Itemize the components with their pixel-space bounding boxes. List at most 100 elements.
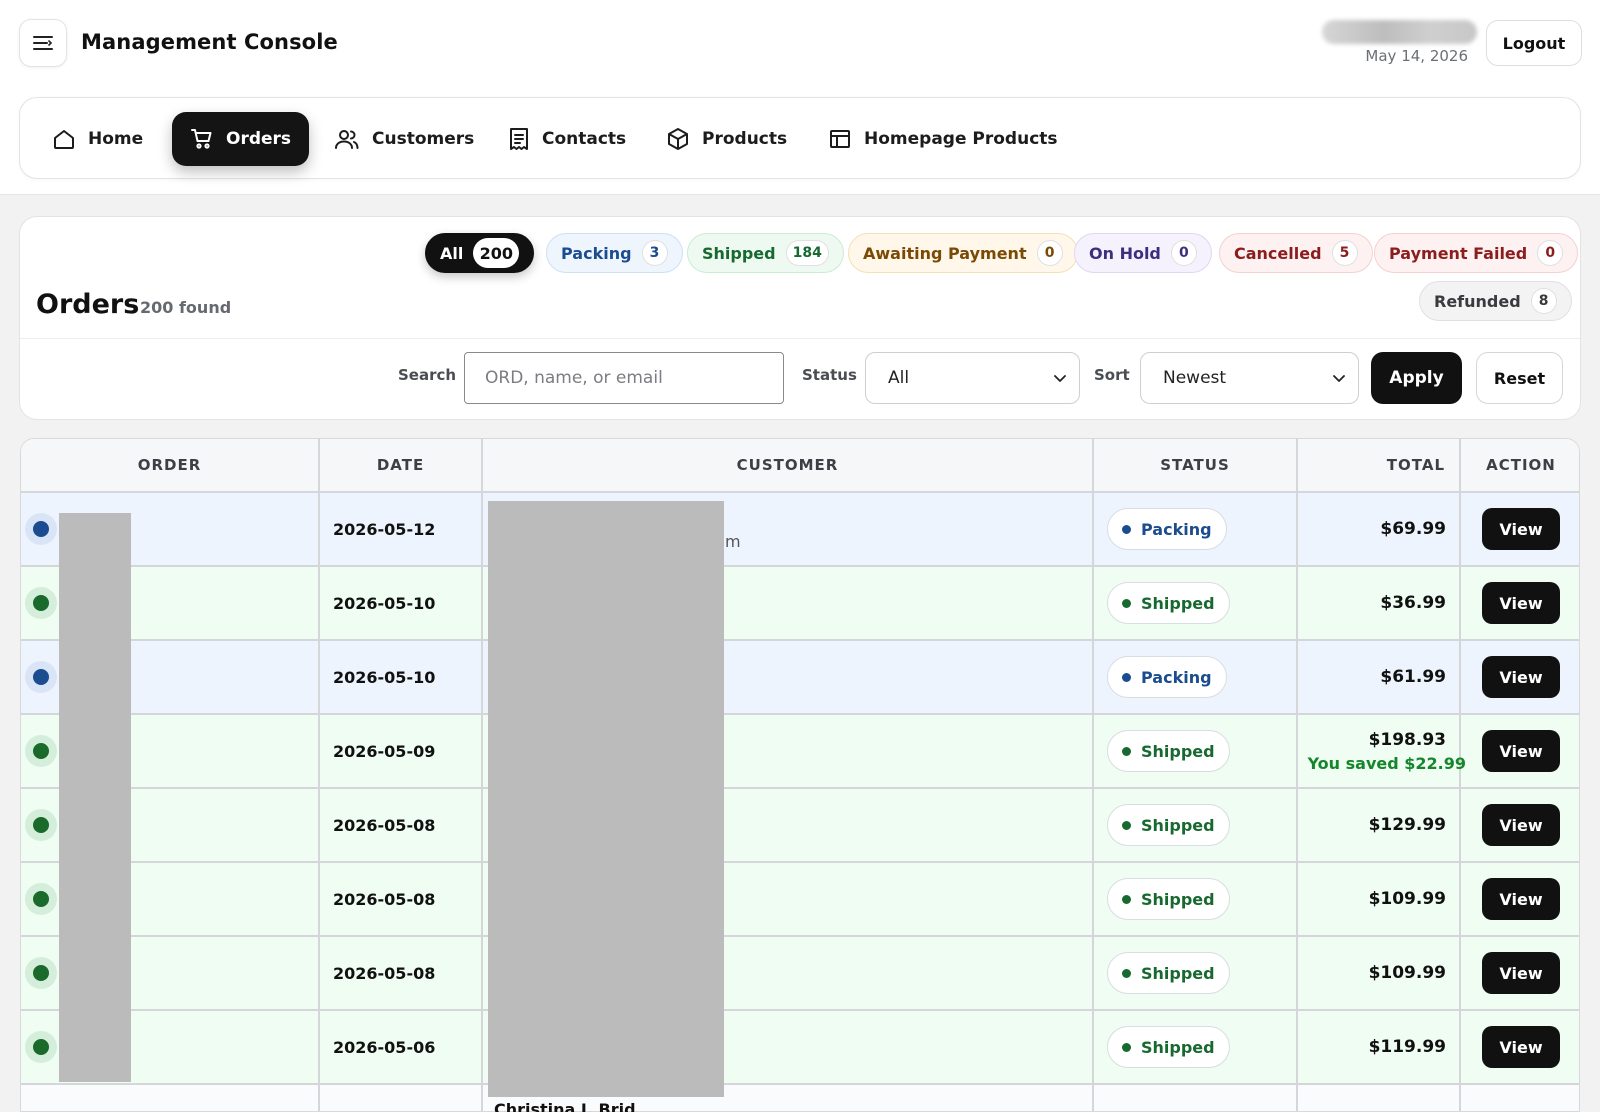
status-badge: Packing: [1107, 656, 1227, 698]
status-badge: Shipped: [1107, 730, 1230, 772]
status-text: Shipped: [1141, 963, 1215, 983]
column-header-order[interactable]: ORDER: [21, 439, 320, 493]
action-cell: View: [1460, 640, 1579, 715]
table-row[interactable]: 2026-05-08 Shipped $109.99 View: [21, 862, 1579, 937]
orders-table-container: ORDER DATE CUSTOMER STATUS TOTAL ACTION …: [20, 438, 1580, 1112]
order-total: $198.93: [1368, 729, 1446, 750]
table-header-row: ORDER DATE CUSTOMER STATUS TOTAL ACTION: [21, 439, 1579, 493]
pill-count: 200: [473, 238, 520, 268]
nav-item-homepage-products[interactable]: Homepage Products: [810, 112, 1076, 166]
top-header: Management Console May 14, 2026 Logout H…: [0, 0, 1600, 195]
pill-label: Payment Failed: [1389, 243, 1528, 263]
status-dot-icon: [25, 1031, 57, 1063]
chevron-down-icon: [1332, 371, 1346, 385]
status-text: Shipped: [1141, 593, 1215, 613]
status-cell: Shipped: [1093, 1010, 1298, 1085]
status-text: Shipped: [1141, 741, 1215, 761]
status-dot-icon: [25, 513, 57, 545]
customer-email-fragment: m: [725, 532, 741, 551]
view-order-button[interactable]: View: [1482, 804, 1560, 846]
filter-pill-on-hold[interactable]: On Hold 0: [1074, 233, 1212, 273]
view-order-button[interactable]: View: [1482, 1026, 1560, 1068]
action-cell: View: [1460, 492, 1579, 567]
column-header-customer[interactable]: CUSTOMER: [482, 439, 1094, 493]
filter-pill-packing[interactable]: Packing 3: [546, 233, 683, 273]
status-cell: Shipped: [1093, 788, 1298, 863]
table-row[interactable]: 2026-05-08 Shipped $129.99 View: [21, 788, 1579, 863]
action-cell: [1460, 1084, 1579, 1111]
status-dot-icon: [25, 661, 57, 693]
status-select[interactable]: All: [865, 352, 1080, 404]
pill-count: 184: [785, 240, 829, 266]
sort-select[interactable]: Newest: [1140, 352, 1359, 404]
pill-count: 0: [1036, 240, 1063, 266]
view-order-button[interactable]: View: [1482, 730, 1560, 772]
filter-pill-refunded[interactable]: Refunded 8: [1419, 281, 1572, 321]
filter-pill-awaiting-payment[interactable]: Awaiting Payment 0: [848, 233, 1078, 273]
column-header-total[interactable]: TOTAL: [1297, 439, 1461, 493]
search-input[interactable]: [464, 352, 784, 404]
nav-label-homepage-products: Homepage Products: [864, 129, 1058, 149]
pill-label: Packing: [561, 243, 632, 263]
pill-count: 5: [1331, 240, 1358, 266]
status-cell: Packing: [1093, 640, 1298, 715]
table-row[interactable]: 2026-05-08 Shipped $109.99 View: [21, 936, 1579, 1011]
status-dot-icon: [25, 587, 57, 619]
nav-item-home[interactable]: Home: [34, 112, 161, 166]
reset-button[interactable]: Reset: [1476, 352, 1563, 404]
status-dot-icon: [25, 957, 57, 989]
status-badge: Shipped: [1107, 804, 1230, 846]
table-row[interactable]: 2026-05-09 Shipped $198.93 You saved $22…: [21, 714, 1579, 789]
table-row[interactable]: 2026-05-12 Packing $69.99 View: [21, 492, 1579, 567]
filter-pill-all[interactable]: All 200: [425, 233, 535, 273]
order-date: 2026-05-10: [319, 566, 483, 641]
main-nav: Home Orders Customers Contacts Products: [19, 97, 1581, 179]
status-cell: Shipped: [1093, 862, 1298, 937]
column-header-status[interactable]: STATUS: [1093, 439, 1298, 493]
apply-button[interactable]: Apply: [1371, 352, 1462, 404]
table-row[interactable]: [21, 1084, 1579, 1111]
status-dot-icon: [25, 809, 57, 841]
menu-toggle-button[interactable]: [19, 19, 67, 67]
action-cell: View: [1460, 936, 1579, 1011]
view-order-button[interactable]: View: [1482, 952, 1560, 994]
order-date: 2026-05-10: [319, 640, 483, 715]
view-order-button[interactable]: View: [1482, 582, 1560, 624]
nav-item-orders[interactable]: Orders: [172, 112, 310, 166]
app-title: Management Console: [81, 30, 338, 54]
order-total: $129.99: [1297, 788, 1461, 863]
pill-label: All: [440, 243, 464, 263]
table-row[interactable]: 2026-05-10 Shipped $36.99 View: [21, 566, 1579, 641]
view-order-button[interactable]: View: [1482, 508, 1560, 550]
home-icon: [52, 127, 76, 151]
nav-item-contacts[interactable]: Contacts: [490, 112, 644, 166]
order-id-redacted: [59, 513, 131, 1082]
status-cell: [1093, 1084, 1298, 1111]
status-badge: Shipped: [1107, 952, 1230, 994]
logout-button[interactable]: Logout: [1486, 20, 1582, 66]
table-row[interactable]: 2026-05-06 Shipped $119.99 View: [21, 1010, 1579, 1085]
order-date: 2026-05-08: [319, 788, 483, 863]
nav-item-products[interactable]: Products: [648, 112, 805, 166]
nav-label-customers: Customers: [372, 129, 475, 149]
pill-label: Cancelled: [1234, 243, 1322, 263]
receipt-icon: [508, 127, 530, 151]
table-row[interactable]: 2026-05-10 Packing $61.99 View: [21, 640, 1579, 715]
action-cell: View: [1460, 1010, 1579, 1085]
filter-pill-payment-failed[interactable]: Payment Failed 0: [1374, 233, 1579, 273]
pill-label: Awaiting Payment: [863, 243, 1027, 263]
orders-table: ORDER DATE CUSTOMER STATUS TOTAL ACTION …: [21, 439, 1579, 1111]
nav-item-customers[interactable]: Customers: [316, 112, 492, 166]
status-cell: Shipped: [1093, 936, 1298, 1011]
status-text: Shipped: [1141, 1037, 1215, 1057]
filter-pill-shipped[interactable]: Shipped 184: [687, 233, 844, 273]
column-header-date[interactable]: DATE: [319, 439, 483, 493]
order-date: 2026-05-06: [319, 1010, 483, 1085]
status-text: Shipped: [1141, 889, 1215, 909]
view-order-button[interactable]: View: [1482, 878, 1560, 920]
action-cell: View: [1460, 862, 1579, 937]
view-order-button[interactable]: View: [1482, 656, 1560, 698]
status-select-value: All: [888, 368, 910, 388]
pill-label: On Hold: [1089, 243, 1161, 263]
filter-pill-cancelled[interactable]: Cancelled 5: [1219, 233, 1373, 273]
